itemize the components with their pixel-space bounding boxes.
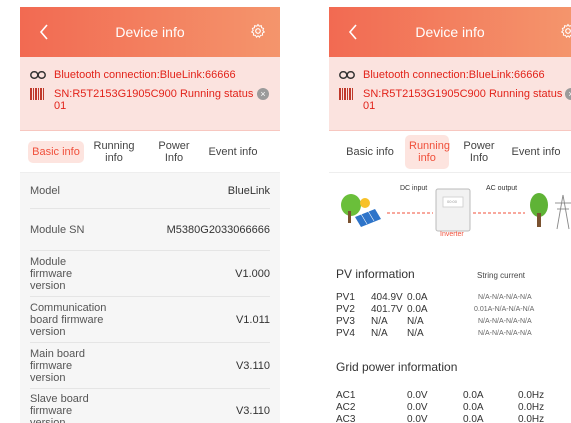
row-value: V3.110 <box>235 359 270 372</box>
pv-string-current: N/A-N/A-N/A-N/A <box>478 318 532 325</box>
pv-current: N/A <box>407 328 424 339</box>
tab-power-info[interactable]: Power Info <box>156 140 192 164</box>
basic-info-list: Model BlueLink Module SN M5380G203306666… <box>20 173 280 423</box>
barcode-icon <box>339 88 357 100</box>
pv-voltage: 401.7V <box>371 304 403 315</box>
link-icon <box>30 69 48 81</box>
sn-status: SN:R5T2153G1905C900 Running status 01 <box>30 88 280 112</box>
tab-bar: Basic info Running info Power Info Event… <box>329 131 571 173</box>
bluetooth-status: Bluetooth connection:BlueLink:66666 <box>339 69 571 81</box>
tab-power-info[interactable]: Power Info <box>461 140 497 164</box>
info-row-comm-board-firmware: Communication board firmware version V1.… <box>30 297 270 343</box>
pv-name: PV3 <box>336 316 355 327</box>
tab-event-info[interactable]: Event info <box>509 146 563 158</box>
running-info-screen: Device info Bluetooth connection:BlueLin… <box>329 7 571 423</box>
tab-bar: Basic info Running info Power Info Event… <box>20 131 280 173</box>
tab-basic-info[interactable]: Basic info <box>28 140 84 163</box>
grid-voltage: 0.0V <box>407 402 428 413</box>
ac-output-label: AC output <box>486 185 518 192</box>
sn-running-status: SN:R5T2153G1905C900 Running status <box>54 88 254 100</box>
running-status-value: 01 <box>54 100 67 112</box>
sn-running-status: SN:R5T2153G1905C900 Running status <box>363 88 563 100</box>
grid-power-information-title: Grid power information <box>336 360 458 374</box>
pv-current: 0.0A <box>407 304 428 315</box>
pv-string-current: N/A-N/A-N/A-N/A <box>478 330 532 337</box>
inverter-screen-text: 00:00 <box>447 199 458 204</box>
running-status-value: 01 <box>363 100 376 112</box>
bluetooth-connection-text: Bluetooth connection:BlueLink:66666 <box>54 69 236 81</box>
inverter-label: Inverter <box>440 231 464 238</box>
pv-string-current: N/A-N/A-N/A-N/A <box>478 294 532 301</box>
bluetooth-status: Bluetooth connection:BlueLink:66666 <box>30 69 280 81</box>
info-row-model: Model BlueLink <box>30 173 270 209</box>
string-current-header: String current <box>477 271 526 280</box>
row-value: BlueLink <box>227 184 270 197</box>
row-label: Model <box>30 184 60 197</box>
pv-voltage: 404.9V <box>371 292 403 303</box>
grid-phase: AC2 <box>336 402 356 413</box>
grid-current: 0.0A <box>463 390 484 401</box>
grid-phase: AC3 <box>336 414 356 423</box>
pv-current: 0.0A <box>407 292 428 303</box>
pv-information-title: PV information <box>336 267 415 281</box>
row-value: V1.000 <box>235 267 270 280</box>
grid-frequency: 0.0Hz <box>518 390 545 401</box>
app-header: Device info <box>329 7 571 57</box>
row-value: V1.011 <box>235 313 270 326</box>
connection-banner: Bluetooth connection:BlueLink:66666 SN:R… <box>329 57 571 131</box>
dc-input-label: DC input <box>400 185 428 192</box>
power-tower-icon <box>555 194 571 230</box>
info-row-module-firmware: Module firmware version V1.000 <box>30 251 270 297</box>
page-title: Device info <box>415 24 485 40</box>
inverter-icon <box>435 188 471 232</box>
pv-voltage: N/A <box>371 328 388 339</box>
pv-current: N/A <box>407 316 424 327</box>
bluetooth-connection-text: Bluetooth connection:BlueLink:66666 <box>363 69 545 81</box>
gear-icon[interactable] <box>250 23 266 39</box>
basic-info-screen: Device info Bluetooth connection:BlueLin… <box>20 7 280 423</box>
row-label: Main board firmware version <box>30 347 86 384</box>
pv-string-current: 0.01A-N/A-N/A-N/A <box>474 306 535 313</box>
pv-name: PV4 <box>336 328 355 339</box>
tab-event-info[interactable]: Event info <box>206 146 260 158</box>
grid-frequency: 0.0Hz <box>518 414 545 423</box>
tree-icon <box>530 193 548 227</box>
pv-name: PV2 <box>336 304 355 315</box>
info-row-main-board-firmware: Main board firmware version V3.110 <box>30 343 270 389</box>
row-label: Module firmware version <box>30 255 73 292</box>
grid-phase: AC1 <box>336 390 356 401</box>
tab-running-info[interactable]: Running info <box>92 140 136 164</box>
close-icon[interactable]: × <box>565 88 571 100</box>
screenshot-stage: Device info Bluetooth connection:BlueLin… <box>0 0 571 423</box>
grid-frequency: 0.0Hz <box>518 402 545 413</box>
pv-voltage: N/A <box>371 316 388 327</box>
solar-panel-icon <box>341 194 381 227</box>
row-value: M5380G2033066666 <box>166 223 270 236</box>
row-label: Communication board firmware version <box>30 301 107 338</box>
page-title: Device info <box>115 24 185 40</box>
grid-current: 0.0A <box>463 402 484 413</box>
grid-current: 0.0A <box>463 414 484 423</box>
info-row-module-sn: Module SN M5380G2033066666 <box>30 209 270 251</box>
close-icon[interactable]: × <box>257 88 269 100</box>
connection-banner: Bluetooth connection:BlueLink:66666 SN:R… <box>20 57 280 131</box>
row-label: Module SN <box>30 223 85 236</box>
tab-running-info[interactable]: Running info <box>405 134 450 169</box>
tab-basic-info[interactable]: Basic info <box>345 146 395 158</box>
gear-icon[interactable] <box>560 23 571 39</box>
info-row-slave-board-firmware: Slave board firmware version V3.110 <box>30 389 270 423</box>
row-label: Slave board firmware version <box>30 393 89 423</box>
app-header: Device info <box>20 7 280 57</box>
sn-status: SN:R5T2153G1905C900 Running status 01 <box>339 88 571 112</box>
grid-voltage: 0.0V <box>407 414 428 423</box>
energy-flow-diagram: DC input AC output 00:00 Inverter <box>329 173 571 245</box>
barcode-icon <box>30 88 48 100</box>
link-icon <box>339 69 357 81</box>
row-value: V3.110 <box>235 405 270 417</box>
pv-name: PV1 <box>336 292 355 303</box>
grid-voltage: 0.0V <box>407 390 428 401</box>
